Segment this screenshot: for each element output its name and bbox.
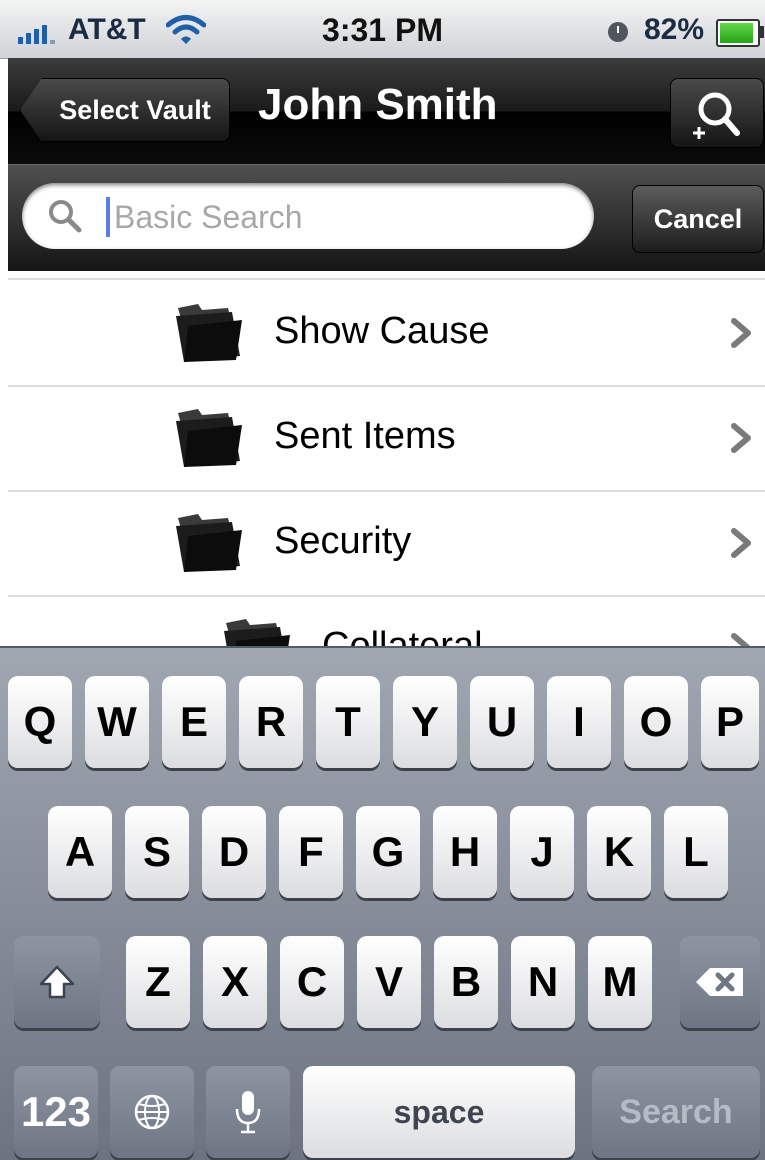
backspace-key[interactable] xyxy=(680,936,760,1028)
list-item-label: Show Cause xyxy=(274,310,490,352)
key-z[interactable]: Z xyxy=(126,936,190,1028)
search-field[interactable] xyxy=(22,183,594,249)
shift-key[interactable] xyxy=(14,936,100,1028)
battery-fill xyxy=(720,23,753,43)
folder-icon xyxy=(176,514,242,572)
key-o[interactable]: O xyxy=(624,676,688,768)
folder-icon xyxy=(176,304,242,362)
cancel-button[interactable]: Cancel xyxy=(632,185,764,253)
shift-icon xyxy=(39,965,75,999)
folder-icon xyxy=(224,619,290,648)
nav-bar: Select Vault John Smith xyxy=(8,58,765,164)
key-h[interactable]: H xyxy=(433,806,497,898)
key-x[interactable]: X xyxy=(203,936,267,1028)
folder-list: Show Cause Sent Items Security Collatera… xyxy=(8,278,765,648)
backspace-icon xyxy=(696,968,743,996)
globe-icon xyxy=(134,1094,170,1130)
space-key[interactable]: space xyxy=(303,1066,575,1158)
key-a[interactable]: A xyxy=(48,806,112,898)
key-j[interactable]: J xyxy=(510,806,574,898)
key-u[interactable]: U xyxy=(470,676,534,768)
list-item-collateral[interactable]: Collateral xyxy=(8,595,765,648)
list-item-security[interactable]: Security xyxy=(8,490,765,597)
key-k[interactable]: K xyxy=(587,806,651,898)
status-bar: AT&T 3:31 PM 82% xyxy=(0,0,765,59)
key-m[interactable]: M xyxy=(588,936,652,1028)
microphone-icon xyxy=(235,1091,261,1134)
search-key[interactable]: Search xyxy=(592,1066,760,1158)
key-r[interactable]: R xyxy=(239,676,303,768)
text-caret xyxy=(106,197,110,237)
list-item-label: Security xyxy=(274,520,412,562)
list-item-sent-items[interactable]: Sent Items xyxy=(8,385,765,492)
search-input[interactable] xyxy=(112,191,576,243)
page-title: John Smith xyxy=(258,80,498,129)
battery-icon xyxy=(716,19,760,47)
cancel-button-label: Cancel xyxy=(653,203,743,234)
key-n[interactable]: N xyxy=(511,936,575,1028)
key-q[interactable]: Q xyxy=(8,676,72,768)
key-b[interactable]: B xyxy=(434,936,498,1028)
keyboard: Q W E R T Y U I O P A S D F G H J K L Z … xyxy=(0,646,765,1160)
key-g[interactable]: G xyxy=(356,806,420,898)
key-v[interactable]: V xyxy=(357,936,421,1028)
globe-key[interactable] xyxy=(110,1066,194,1158)
chevron-right-icon xyxy=(731,318,751,348)
folder-icon xyxy=(176,409,242,467)
key-p[interactable]: P xyxy=(701,676,759,768)
select-vault-back-button[interactable]: Select Vault xyxy=(20,78,230,142)
chevron-right-icon xyxy=(731,528,751,558)
battery-percent: 82% xyxy=(644,13,705,46)
key-t[interactable]: T xyxy=(316,676,380,768)
key-d[interactable]: D xyxy=(202,806,266,898)
list-item-label: Collateral xyxy=(322,625,483,648)
search-person-button[interactable] xyxy=(670,78,764,148)
key-y[interactable]: Y xyxy=(393,676,457,768)
key-e[interactable]: E xyxy=(162,676,226,768)
chevron-right-icon xyxy=(731,423,751,453)
numbers-key[interactable]: 123 xyxy=(14,1066,98,1158)
battery-tip xyxy=(760,26,764,38)
search-bar: Cancel xyxy=(8,164,765,271)
back-button-label: Select Vault xyxy=(59,94,211,125)
key-w[interactable]: W xyxy=(85,676,149,768)
key-l[interactable]: L xyxy=(664,806,728,898)
key-i[interactable]: I xyxy=(547,676,611,768)
key-c[interactable]: C xyxy=(280,936,344,1028)
alarm-icon xyxy=(608,22,628,42)
search-person-icon xyxy=(693,92,740,139)
key-s[interactable]: S xyxy=(125,806,189,898)
microphone-key[interactable] xyxy=(206,1066,290,1158)
key-f[interactable]: F xyxy=(279,806,343,898)
list-item-label: Sent Items xyxy=(274,415,456,457)
list-item-show-cause[interactable]: Show Cause xyxy=(8,280,765,387)
search-icon xyxy=(49,200,82,233)
